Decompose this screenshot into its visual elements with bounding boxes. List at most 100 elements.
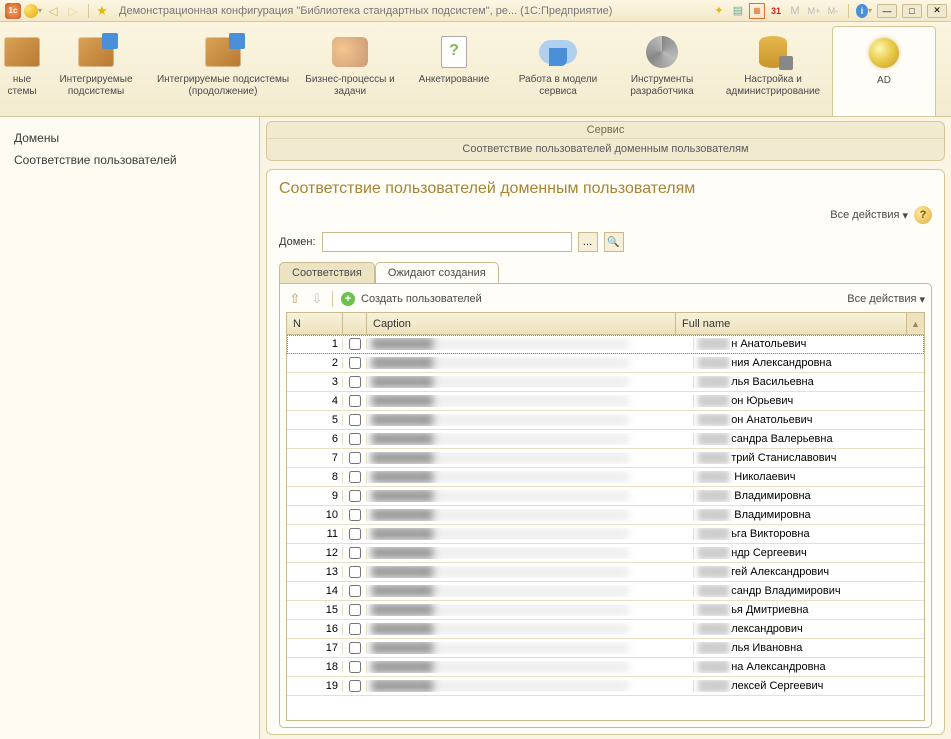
close-button[interactable]: ✕ — [927, 4, 947, 18]
cell-checkbox[interactable] — [343, 471, 367, 483]
cell-checkbox[interactable] — [343, 376, 367, 388]
table-body[interactable]: 1████████████н Анатольевич2████████████н… — [287, 335, 924, 720]
cell-checkbox[interactable] — [343, 395, 367, 407]
calendar-icon[interactable]: 31 — [768, 3, 784, 19]
section-item[interactable]: Настройка и администрирование — [714, 28, 832, 116]
cell-checkbox[interactable] — [343, 433, 367, 445]
tab-pending[interactable]: Ожидают создания — [375, 262, 499, 284]
row-checkbox[interactable] — [349, 376, 361, 388]
table-row[interactable]: 3████████████лья Васильевна — [287, 373, 924, 392]
cell-checkbox[interactable] — [343, 566, 367, 578]
section-item[interactable]: Интегрируемые подсистемы (продолжение) — [148, 28, 298, 116]
section-item[interactable]: Бизнес-процессы и задачи — [298, 28, 402, 116]
help-button[interactable]: ? — [914, 206, 932, 224]
table-row[interactable]: 9████████████ Владимировна — [287, 487, 924, 506]
row-checkbox[interactable] — [349, 547, 361, 559]
cell-checkbox[interactable] — [343, 528, 367, 540]
row-checkbox[interactable] — [349, 623, 361, 635]
move-up-button[interactable]: ⇧ — [286, 290, 304, 308]
maximize-button[interactable]: □ — [902, 4, 922, 18]
move-down-button[interactable]: ⇩ — [308, 290, 326, 308]
table-row[interactable]: 10████████████ Владимировна — [287, 506, 924, 525]
table-row[interactable]: 14████████████сандр Владимирович — [287, 582, 924, 601]
cell-checkbox[interactable] — [343, 452, 367, 464]
section-item[interactable]: ные стемы — [0, 28, 44, 116]
minimize-button[interactable]: — — [877, 4, 897, 18]
table-row[interactable]: 1████████████н Анатольевич — [287, 335, 924, 354]
table-row[interactable]: 18████████████на Александровна — [287, 658, 924, 677]
tab-mappings[interactable]: Соответствия — [279, 262, 375, 284]
cell-checkbox[interactable] — [343, 338, 367, 350]
cell-checkbox[interactable] — [343, 490, 367, 502]
domain-search-button[interactable]: 🔍 — [604, 232, 624, 252]
row-checkbox[interactable] — [349, 490, 361, 502]
m-plus-icon[interactable]: M+ — [806, 3, 822, 19]
cell-checkbox[interactable] — [343, 585, 367, 597]
section-item[interactable]: Анкетирование — [402, 28, 506, 116]
fav-add-icon[interactable]: ✦ — [711, 3, 727, 19]
row-checkbox[interactable] — [349, 471, 361, 483]
row-checkbox[interactable] — [349, 338, 361, 350]
app-icon[interactable]: 1c — [4, 2, 22, 20]
table-row[interactable]: 6████████████сандра Валерьевна — [287, 430, 924, 449]
table-row[interactable]: 17████████████лья Ивановна — [287, 639, 924, 658]
service-link[interactable]: Соответствие пользователей доменным поль… — [267, 139, 944, 160]
info-icon[interactable]: i▾ — [856, 3, 872, 19]
col-fullname[interactable]: Full name — [676, 313, 906, 334]
col-n[interactable]: N — [287, 313, 343, 334]
scroll-up-icon[interactable]: ▲ — [906, 313, 924, 334]
m-icon[interactable]: M — [787, 3, 803, 19]
row-checkbox[interactable] — [349, 433, 361, 445]
domain-input[interactable] — [322, 232, 572, 252]
cell-checkbox[interactable] — [343, 604, 367, 616]
row-checkbox[interactable] — [349, 585, 361, 597]
table-row[interactable]: 12████████████ндр Сергеевич — [287, 544, 924, 563]
table-row[interactable]: 7████████████трий Станиславович — [287, 449, 924, 468]
col-caption[interactable]: Caption — [367, 313, 676, 334]
all-actions-button[interactable]: Все действия ▾ — [830, 209, 908, 222]
create-users-button[interactable]: Создать пользователей — [361, 293, 482, 305]
sidebar-item-domains[interactable]: Домены — [14, 127, 245, 149]
cell-checkbox[interactable] — [343, 642, 367, 654]
dropdown-icon[interactable]: ▾ — [24, 2, 42, 20]
favorite-icon[interactable]: ★ — [93, 2, 111, 20]
table-row[interactable]: 16████████████лександрович — [287, 620, 924, 639]
cell-checkbox[interactable] — [343, 661, 367, 673]
cell-checkbox[interactable] — [343, 680, 367, 692]
nav-fwd-icon[interactable]: ▷ — [64, 2, 82, 20]
nav-back-icon[interactable]: ◁ — [44, 2, 62, 20]
table-row[interactable]: 15████████████ья Дмитриевна — [287, 601, 924, 620]
cell-checkbox[interactable] — [343, 509, 367, 521]
tab-all-actions-button[interactable]: Все действия ▾ — [847, 293, 925, 306]
row-checkbox[interactable] — [349, 642, 361, 654]
create-users-icon[interactable]: + — [339, 290, 357, 308]
sidebar-item-user-mapping[interactable]: Соответствие пользователей — [14, 149, 245, 171]
section-item[interactable]: Интегрируемые подсистемы — [44, 28, 148, 116]
table-row[interactable]: 13████████████гей Александрович — [287, 563, 924, 582]
row-checkbox[interactable] — [349, 414, 361, 426]
row-checkbox[interactable] — [349, 680, 361, 692]
section-item-ad[interactable]: AD — [832, 26, 936, 116]
section-item[interactable]: Инструменты разработчика — [610, 28, 714, 116]
section-item[interactable]: Работа в модели сервиса — [506, 28, 610, 116]
row-checkbox[interactable] — [349, 509, 361, 521]
m-minus-icon[interactable]: M- — [825, 3, 841, 19]
row-checkbox[interactable] — [349, 395, 361, 407]
row-checkbox[interactable] — [349, 566, 361, 578]
row-checkbox[interactable] — [349, 661, 361, 673]
cell-checkbox[interactable] — [343, 414, 367, 426]
table-row[interactable]: 4████████████он Юрьевич — [287, 392, 924, 411]
cell-checkbox[interactable] — [343, 547, 367, 559]
table-row[interactable]: 19████████████лексей Сергеевич — [287, 677, 924, 696]
row-checkbox[interactable] — [349, 604, 361, 616]
table-row[interactable]: 8████████████ Николаевич — [287, 468, 924, 487]
table-row[interactable]: 2████████████ния Александровна — [287, 354, 924, 373]
calc-icon[interactable]: ▦ — [749, 3, 765, 19]
history-icon[interactable]: ▤ — [730, 3, 746, 19]
table-row[interactable]: 11████████████ьга Викторовна — [287, 525, 924, 544]
cell-checkbox[interactable] — [343, 623, 367, 635]
table-row[interactable]: 5████████████он Анатольевич — [287, 411, 924, 430]
row-checkbox[interactable] — [349, 452, 361, 464]
col-check[interactable] — [343, 313, 367, 334]
row-checkbox[interactable] — [349, 357, 361, 369]
